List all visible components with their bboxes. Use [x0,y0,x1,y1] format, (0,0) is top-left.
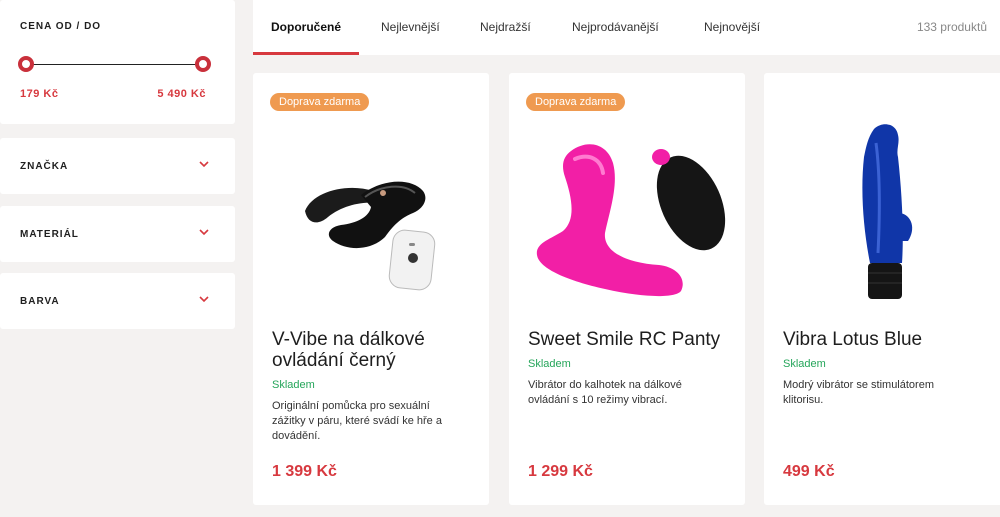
price-slider-max-handle[interactable] [195,56,211,72]
price-filter-panel: CENA OD / DO 179 Kč 5 490 Kč [0,0,235,124]
sort-tabs: Doporučené Nejlevnější Nejdražší Nejprod… [253,0,1000,55]
product-name[interactable]: V-Vibe na dálkové ovládání černý [272,329,482,371]
stock-status: Skladem [783,358,826,370]
product-image[interactable] [764,113,1000,313]
filter-brand[interactable]: ZNAČKA [0,138,235,194]
product-price: 499 Kč [783,463,835,480]
product-name[interactable]: Sweet Smile RC Panty [528,329,738,350]
chevron-down-icon [199,229,209,236]
product-price: 1 399 Kč [272,463,337,480]
product-image[interactable] [253,113,489,313]
product-card[interactable]: Doprava zdarma V-Vibe na dálkové ovládán… [253,73,489,505]
stock-status: Skladem [272,379,315,391]
chevron-down-icon [199,161,209,168]
price-min-value: 179 Kč [20,88,59,100]
product-count: 133 produktů [916,20,987,34]
filter-brand-label: ZNAČKA [20,161,69,172]
product-card[interactable]: Vibra Lotus Blue Skladem Modrý vibrátor … [764,73,1000,505]
product-name[interactable]: Vibra Lotus Blue [783,329,993,350]
price-slider-min-handle[interactable] [18,56,34,72]
free-shipping-badge: Doprava zdarma [526,93,626,111]
product-image[interactable] [509,113,745,313]
tab-cheapest[interactable]: Nejlevnější [363,0,458,55]
product-card[interactable]: Doprava zdarma Sweet Smile RC Panty Skla… [509,73,745,505]
filter-color[interactable]: BARVA [0,273,235,329]
free-shipping-badge: Doprava zdarma [270,93,370,111]
price-max-value: 5 490 Kč [157,88,206,100]
tab-recommended[interactable]: Doporučené [253,0,359,55]
tab-newest[interactable]: Nejnovější [686,0,778,55]
filter-material-label: MATERIÁL [20,229,79,240]
product-description: Originální pomůcka pro sexuální zážitky … [272,400,442,442]
product-price: 1 299 Kč [528,463,593,480]
tab-most-expensive[interactable]: Nejdražší [462,0,549,55]
price-filter-title: CENA OD / DO [20,21,102,32]
filter-material[interactable]: MATERIÁL [0,206,235,262]
chevron-down-icon [199,296,209,303]
product-description: Modrý vibrátor se stimulátorem klitorisu… [783,379,934,406]
product-description: Vibrátor do kalhotek na dálkové ovládání… [528,379,682,406]
filter-color-label: BARVA [20,296,60,307]
tab-bestselling[interactable]: Nejprodávanější [554,0,677,55]
stock-status: Skladem [528,358,571,370]
price-slider-track[interactable] [26,64,203,65]
